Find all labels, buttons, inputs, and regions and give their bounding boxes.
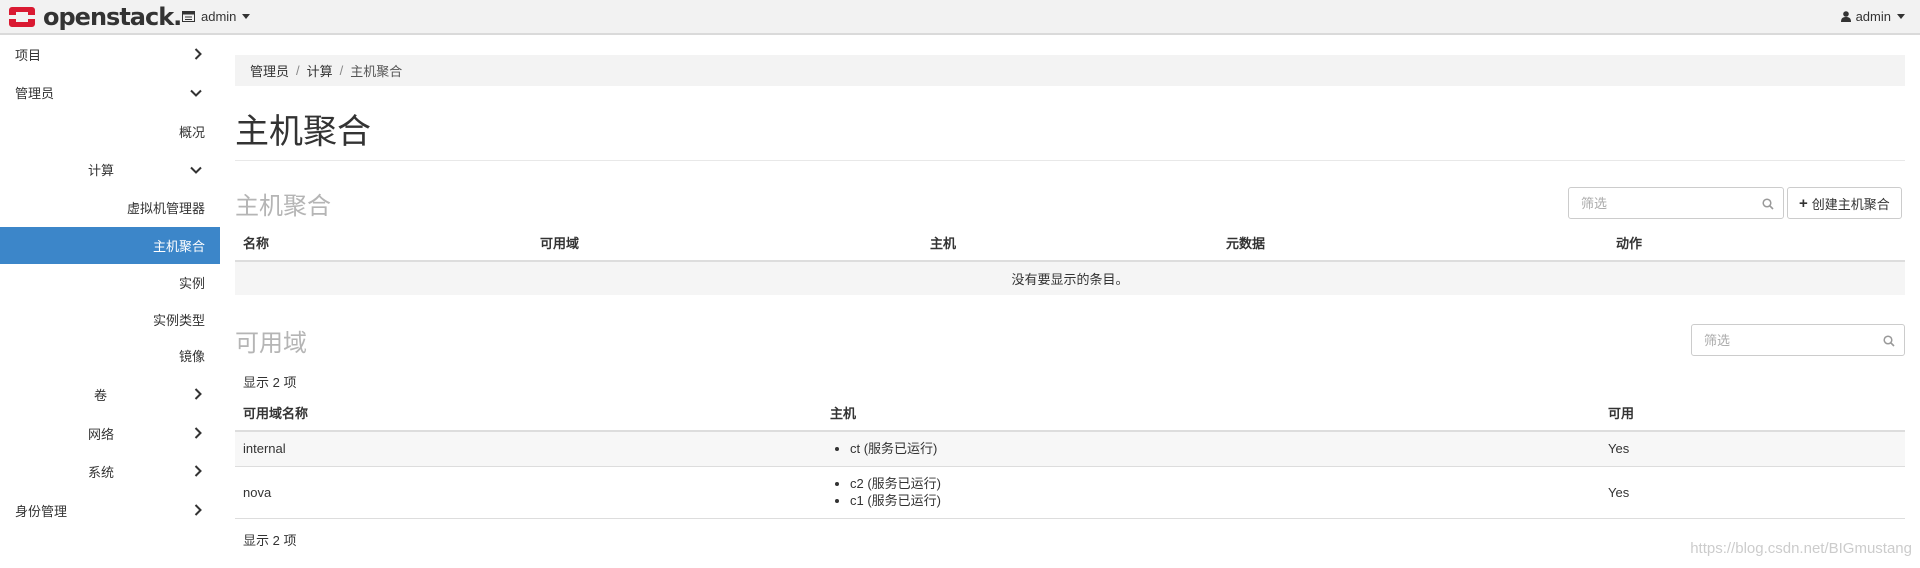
plus-icon: + <box>1799 194 1808 212</box>
sidebar-item-volumes[interactable]: 卷 <box>0 376 220 412</box>
breadcrumb-separator: / <box>339 63 344 78</box>
sidebar-item-label: 镜像 <box>178 348 205 364</box>
sidebar-item-instances[interactable]: 实例 <box>0 264 220 300</box>
project-icon <box>182 11 195 22</box>
search-icon <box>1883 335 1895 347</box>
sidebar-item-label: 项目 <box>15 47 42 63</box>
caret-down-icon <box>242 14 251 19</box>
sidebar-item-identity[interactable]: 身份管理 <box>0 492 220 528</box>
host-item: c1 (服务已运行) <box>850 492 1600 509</box>
zones-filter-input[interactable] <box>1692 325 1904 355</box>
sidebar-item-admin[interactable]: 管理员 <box>0 74 220 110</box>
empty-row: 没有要显示的条目。 <box>235 261 1905 295</box>
sidebar-item-flavors[interactable]: 实例类型 <box>0 301 220 337</box>
sidebar-item-label: 虚拟机管理器 <box>126 200 205 216</box>
sidebar-item-label: 主机聚合 <box>152 239 205 254</box>
sidebar-item-label: 管理员 <box>15 85 55 101</box>
table-row: nova c2 (服务已运行) c1 (服务已运行) Yes <box>235 466 1905 519</box>
zones-table: 可用域名称 主机 可用 internal ct (服务已运行) Yes nova <box>235 395 1905 519</box>
host-item: c2 (服务已运行) <box>850 475 1600 492</box>
user-name: admin <box>1855 9 1891 24</box>
zones-section-title: 可用域 <box>235 330 307 357</box>
openstack-logo[interactable]: openstack. <box>9 3 182 31</box>
sidebar-item-images[interactable]: 镜像 <box>0 337 220 373</box>
table-header-row: 可用域名称 主机 可用 <box>235 395 1905 432</box>
openstack-logo-icon <box>9 7 35 27</box>
aggregates-table: 名称 可用域 主机 元数据 动作 没有要显示的条目。 <box>235 225 1905 295</box>
user-icon <box>1840 11 1851 22</box>
aggregates-section-title: 主机聚合 <box>235 193 331 220</box>
host-list: c2 (服务已运行) c1 (服务已运行) <box>831 475 1600 509</box>
page-title: 主机聚合 <box>235 113 371 151</box>
sidebar-item-label: 卷 <box>94 387 108 403</box>
sidebar-item-compute[interactable]: 计算 <box>0 151 220 187</box>
column-header-actions: 动作 <box>1608 225 1905 262</box>
breadcrumb: 管理员 / 计算 / 主机聚合 <box>235 55 1905 86</box>
caret-down-icon <box>1897 14 1905 19</box>
aggregates-filter-input[interactable] <box>1569 188 1783 218</box>
host-list: ct (服务已运行) <box>831 440 1600 457</box>
table-row: internal ct (服务已运行) Yes <box>235 431 1905 467</box>
column-header-zone-name[interactable]: 可用域名称 <box>235 395 823 432</box>
chevron-right-icon <box>194 388 202 400</box>
chevron-right-icon <box>194 48 202 60</box>
zone-available: Yes <box>1600 431 1905 467</box>
sidebar-item-label: 网络 <box>88 426 115 442</box>
chevron-right-icon <box>194 465 202 477</box>
zones-count-top: 显示 2 项 <box>243 375 297 390</box>
project-switcher[interactable]: admin <box>182 9 251 24</box>
user-menu[interactable]: admin <box>1840 9 1905 24</box>
breadcrumb-separator: / <box>296 63 300 78</box>
zone-available: Yes <box>1600 466 1905 519</box>
breadcrumb-current: 主机聚合 <box>350 64 403 79</box>
column-header-hosts[interactable]: 主机 <box>922 225 1218 262</box>
project-name: admin <box>201 9 237 24</box>
zones-count-bottom: 显示 2 项 <box>243 533 297 548</box>
chevron-down-icon <box>190 166 202 174</box>
top-navbar: openstack. admin admin <box>0 0 1920 35</box>
sidebar-item-label: 计算 <box>88 162 115 178</box>
sidebar-item-project[interactable]: 项目 <box>0 36 220 72</box>
aggregates-filter[interactable] <box>1568 187 1784 219</box>
column-header-hosts[interactable]: 主机 <box>823 395 1600 432</box>
breadcrumb-compute[interactable]: 计算 <box>307 61 333 80</box>
empty-message: 没有要显示的条目。 <box>235 261 1905 295</box>
sidebar: 项目 管理员 概况 计算 虚拟机管理器 主机聚合 实例 实例类型 镜像 卷 网络… <box>0 36 220 568</box>
create-aggregate-label: 创建主机聚合 <box>1811 196 1890 212</box>
sidebar-item-network[interactable]: 网络 <box>0 415 220 451</box>
zone-hosts: c2 (服务已运行) c1 (服务已运行) <box>823 466 1600 519</box>
chevron-right-icon <box>194 427 202 439</box>
column-header-metadata[interactable]: 元数据 <box>1218 225 1608 262</box>
brand-name: openstack. <box>43 3 182 31</box>
column-header-available[interactable]: 可用 <box>1600 395 1905 432</box>
sidebar-item-label: 实例类型 <box>152 312 205 328</box>
sidebar-item-label: 概况 <box>178 124 205 140</box>
zone-hosts: ct (服务已运行) <box>823 431 1600 467</box>
sidebar-item-hypervisors[interactable]: 虚拟机管理器 <box>0 189 220 225</box>
zones-filter[interactable] <box>1691 324 1905 356</box>
column-header-zone[interactable]: 可用域 <box>532 225 922 262</box>
host-item: ct (服务已运行) <box>850 440 1600 457</box>
sidebar-item-label: 系统 <box>88 464 115 480</box>
sidebar-item-host-aggregates[interactable]: 主机聚合 <box>0 227 220 264</box>
chevron-right-icon <box>194 504 202 516</box>
zone-name: internal <box>235 431 823 467</box>
table-header-row: 名称 可用域 主机 元数据 动作 <box>235 225 1905 262</box>
title-divider <box>235 160 1905 161</box>
zone-name: nova <box>235 466 823 519</box>
column-header-name[interactable]: 名称 <box>235 225 532 262</box>
breadcrumb-admin[interactable]: 管理员 <box>250 61 289 80</box>
watermark: https://blog.csdn.net/BIGmustang <box>1690 540 1912 557</box>
sidebar-item-overview[interactable]: 概况 <box>0 113 220 149</box>
sidebar-item-label: 实例 <box>178 275 205 291</box>
create-aggregate-button[interactable]: + 创建主机聚合 <box>1787 187 1902 219</box>
sidebar-item-system[interactable]: 系统 <box>0 453 220 489</box>
chevron-down-icon <box>190 89 202 97</box>
search-icon <box>1762 198 1774 210</box>
sidebar-item-label: 身份管理 <box>15 503 68 519</box>
